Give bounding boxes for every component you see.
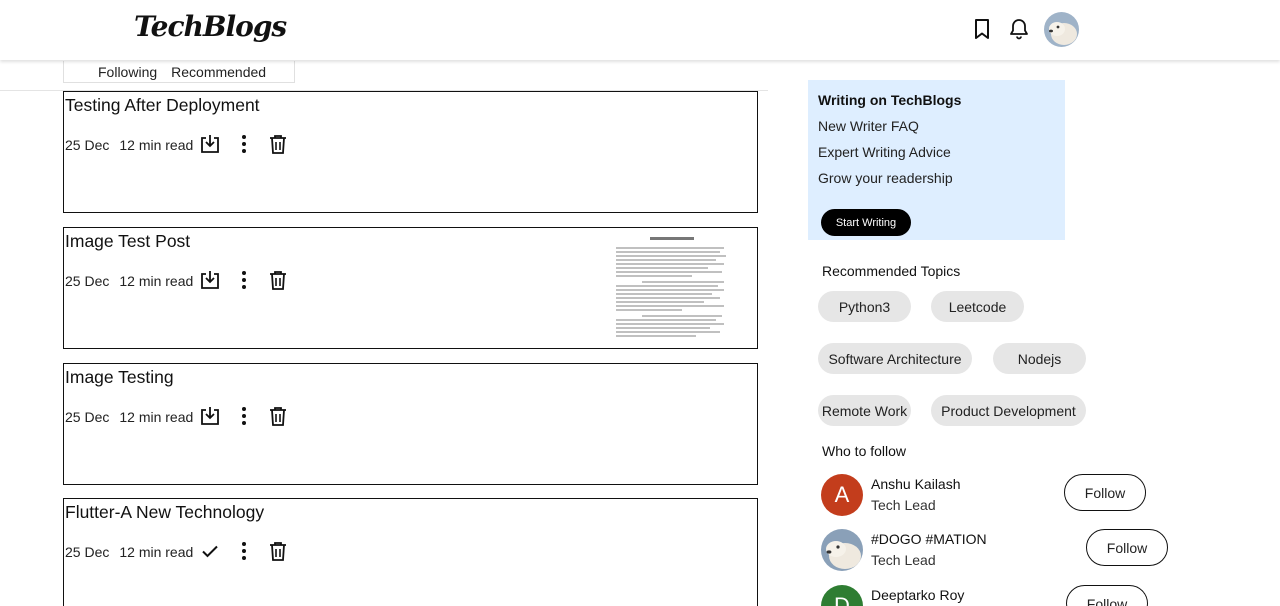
follow-button[interactable]: Follow (1086, 529, 1168, 566)
post-title[interactable]: Image Testing (65, 367, 174, 388)
recommended-topics-heading: Recommended Topics (822, 263, 961, 279)
post-read-time: 12 min read (119, 544, 194, 560)
follow-button[interactable]: Follow (1066, 585, 1148, 606)
topic-chip-remote-work[interactable]: Remote Work (818, 395, 911, 426)
site-logo[interactable]: TechBlogs (134, 10, 287, 43)
writing-box-title: Writing on TechBlogs (818, 92, 962, 108)
grow-readership-link[interactable]: Grow your readership (818, 170, 1055, 186)
more-options-icon[interactable] (232, 539, 256, 563)
user-avatar[interactable] (1044, 12, 1079, 47)
post-meta: 25 Dec 12 min read (65, 137, 193, 153)
post-meta: 25 Dec 12 min read (65, 273, 193, 289)
post-card[interactable]: Testing After Deployment 25 Dec 12 min re… (63, 91, 758, 213)
more-options-icon[interactable] (232, 132, 256, 156)
more-options-icon[interactable] (232, 268, 256, 292)
topic-chip-python3[interactable]: Python3 (818, 291, 911, 322)
delete-icon[interactable] (266, 404, 290, 428)
follow-role: Tech Lead (871, 497, 936, 513)
expert-writing-advice-link[interactable]: Expert Writing Advice (818, 144, 1055, 160)
post-date: 25 Dec (65, 544, 110, 560)
new-writer-faq-link[interactable]: New Writer FAQ (818, 118, 1055, 134)
avatar[interactable] (821, 529, 863, 571)
topic-chip-leetcode[interactable]: Leetcode (931, 291, 1024, 322)
bell-icon[interactable] (1007, 17, 1031, 41)
post-read-time: 12 min read (119, 409, 194, 425)
post-date: 25 Dec (65, 137, 110, 153)
topic-chip-product-development[interactable]: Product Development (931, 395, 1086, 426)
post-card[interactable]: Image Test Post 25 Dec 12 min read (63, 227, 758, 349)
bookmark-icon[interactable] (970, 17, 994, 41)
save-icon[interactable] (198, 268, 222, 292)
delete-icon[interactable] (266, 132, 290, 156)
follow-suggestion: D Deeptarko Roy Follow (821, 585, 1181, 606)
follow-name[interactable]: Deeptarko Roy (871, 587, 964, 603)
post-meta: 25 Dec 12 min read (65, 409, 193, 425)
top-header: TechBlogs (0, 0, 1280, 60)
post-title[interactable]: Flutter-A New Technology (65, 502, 264, 523)
post-title[interactable]: Testing After Deployment (65, 95, 260, 116)
more-options-icon[interactable] (232, 404, 256, 428)
follow-suggestion: #DOGO #MATION Tech Lead Follow (821, 529, 1181, 573)
post-card[interactable]: Image Testing 25 Dec 12 min read (63, 363, 758, 485)
post-card[interactable]: Flutter-A New Technology 25 Dec 12 min re… (63, 498, 758, 606)
start-writing-button[interactable]: Start Writing (821, 209, 911, 236)
topic-chip-software-architecture[interactable]: Software Architecture (818, 343, 972, 374)
delete-icon[interactable] (266, 539, 290, 563)
post-read-time: 12 min read (119, 273, 194, 289)
who-to-follow-heading: Who to follow (822, 443, 907, 459)
post-thumbnail[interactable] (612, 232, 732, 344)
follow-name[interactable]: Anshu Kailash (871, 476, 961, 492)
tab-following[interactable]: Following (98, 64, 157, 80)
writing-promo-box: Writing on TechBlogs New Writer FAQ Expe… (808, 80, 1065, 240)
post-date: 25 Dec (65, 409, 110, 425)
topic-chip-nodejs[interactable]: Nodejs (993, 343, 1086, 374)
post-read-time: 12 min read (119, 137, 194, 153)
post-title[interactable]: Image Test Post (65, 231, 190, 252)
post-meta: 25 Dec 12 min read (65, 544, 193, 560)
follow-suggestion: A Anshu Kailash Tech Lead Follow (821, 474, 1181, 518)
follow-name[interactable]: #DOGO #MATION (871, 531, 987, 547)
delete-icon[interactable] (266, 268, 290, 292)
save-icon[interactable] (198, 404, 222, 428)
avatar[interactable]: D (821, 585, 863, 606)
follow-button[interactable]: Follow (1064, 474, 1146, 511)
avatar[interactable]: A (821, 474, 863, 516)
tab-recommended[interactable]: Recommended (171, 64, 266, 80)
post-date: 25 Dec (65, 273, 110, 289)
saved-check-icon[interactable] (198, 539, 222, 563)
follow-role: Tech Lead (871, 552, 936, 568)
save-icon[interactable] (198, 132, 222, 156)
feed-tabs: Following Recommended (63, 61, 295, 83)
